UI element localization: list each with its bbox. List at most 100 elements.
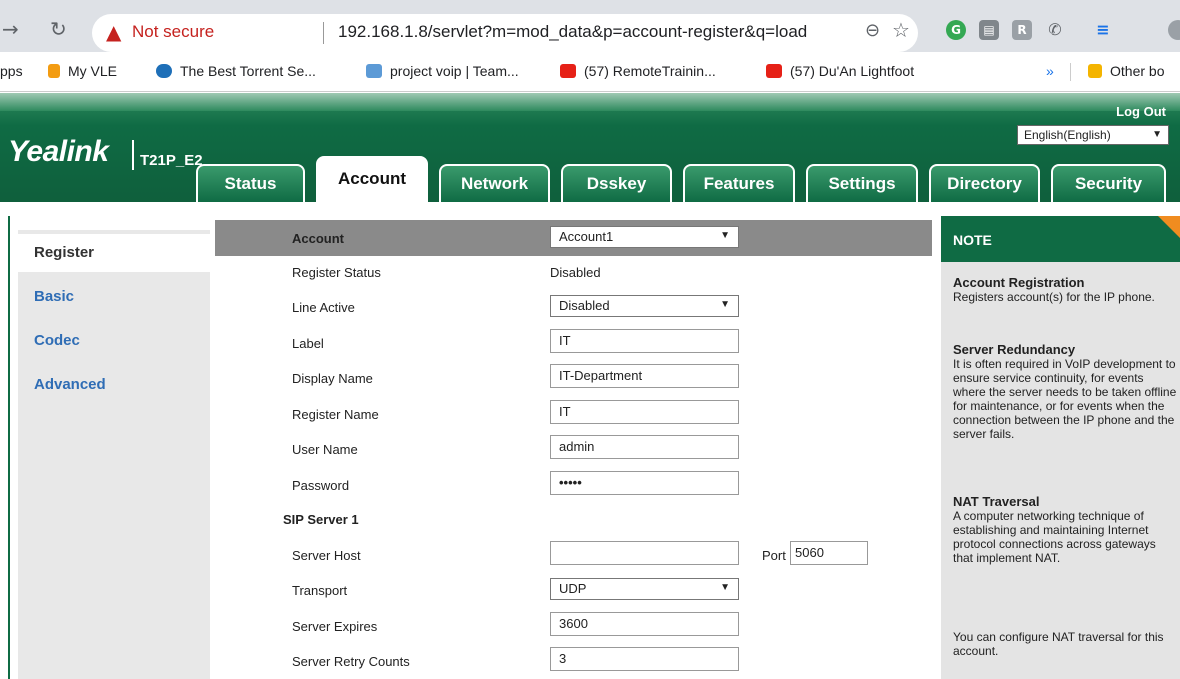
bookmark-remote-training[interactable]: (57) RemoteTrainin... bbox=[560, 63, 716, 79]
tab-security[interactable]: Security bbox=[1051, 164, 1166, 202]
server-expires-label: Server Expires bbox=[292, 619, 378, 634]
account-sidenav: Register Basic Codec Advanced bbox=[18, 230, 210, 679]
note-account-registration: Account Registration Registers account(s… bbox=[953, 275, 1179, 305]
server-retry-input[interactable]: 3 bbox=[550, 647, 739, 671]
display-name-label: Display Name bbox=[292, 371, 373, 386]
phone-model: T21P_E2 bbox=[140, 152, 203, 169]
note-heading: NAT Traversal bbox=[953, 494, 1040, 509]
line-active-label: Line Active bbox=[292, 300, 355, 315]
bookmark-torrent[interactable]: The Best Torrent Se... bbox=[156, 63, 316, 79]
port-label: Port bbox=[762, 548, 786, 563]
page-left-border bbox=[8, 216, 10, 679]
youtube-icon bbox=[560, 64, 576, 78]
bookmark-duan-lightfoot[interactable]: (57) Du'An Lightfoot bbox=[766, 63, 914, 79]
sidenav-item-basic[interactable]: Basic bbox=[18, 278, 210, 316]
tab-directory[interactable]: Directory bbox=[929, 164, 1040, 202]
logout-link[interactable]: Log Out bbox=[1116, 104, 1166, 119]
teams-icon bbox=[366, 64, 382, 78]
language-value: English(English) bbox=[1024, 128, 1111, 142]
register-form: Account Account1 ▼ Register Status Disabl… bbox=[215, 216, 932, 679]
display-name-input[interactable]: IT-Department bbox=[550, 364, 739, 388]
chevron-down-icon: ▼ bbox=[720, 230, 730, 241]
chevron-down-icon: ▼ bbox=[720, 582, 730, 593]
server-expires-input[interactable]: 3600 bbox=[550, 612, 739, 636]
password-input[interactable]: ••••• bbox=[550, 471, 739, 495]
server-host-label: Server Host bbox=[292, 548, 361, 563]
account-select[interactable]: Account1 ▼ bbox=[550, 226, 739, 248]
password-label: Password bbox=[292, 478, 350, 493]
sidenav-item-codec[interactable]: Codec bbox=[18, 322, 210, 360]
tab-dsskey[interactable]: Dsskey bbox=[561, 164, 672, 202]
register-name-input[interactable]: IT bbox=[550, 400, 739, 424]
server-retry-label: Server Retry Counts bbox=[292, 654, 410, 669]
note-text: A computer networking technique of estab… bbox=[953, 509, 1156, 565]
line-active-value: Disabled bbox=[559, 298, 610, 313]
tab-account[interactable]: Account bbox=[316, 156, 428, 202]
bookmarks-divider bbox=[1070, 63, 1071, 81]
account-label: Account bbox=[292, 231, 344, 246]
header-stripe bbox=[0, 93, 1180, 111]
address-bar[interactable]: ▲ Not secure 192.168.1.8/servlet?m=mod_d… bbox=[92, 14, 918, 52]
user-name-input[interactable]: admin bbox=[550, 435, 739, 459]
vle-icon bbox=[48, 64, 60, 78]
bookmark-star-icon[interactable]: ☆ bbox=[892, 18, 910, 42]
profile-avatar-icon[interactable] bbox=[1168, 20, 1180, 40]
zoom-icon[interactable]: ⊖ bbox=[865, 20, 880, 41]
label-field-label: Label bbox=[292, 336, 324, 351]
note-text: It is often required in VoIP development… bbox=[953, 357, 1177, 441]
tab-network[interactable]: Network bbox=[439, 164, 550, 202]
bookmarks-bar: pps My VLE The Best Torrent Se... projec… bbox=[0, 52, 1180, 92]
line-active-select[interactable]: Disabled ▼ bbox=[550, 295, 739, 317]
chevron-down-icon: ▼ bbox=[720, 299, 730, 310]
sip-server-heading: SIP Server 1 bbox=[283, 512, 359, 527]
not-secure-label[interactable]: Not secure bbox=[132, 22, 214, 42]
bookmark-other[interactable]: Other bo bbox=[1088, 63, 1164, 79]
tab-status[interactable]: Status bbox=[196, 164, 305, 202]
transport-value: UDP bbox=[559, 581, 587, 596]
phone-extension-icon[interactable]: ✆ bbox=[1045, 20, 1065, 40]
user-name-label: User Name bbox=[292, 442, 358, 457]
yealink-logo: Yealink bbox=[8, 135, 109, 168]
note-text: You can configure NAT traversal for this… bbox=[953, 630, 1164, 658]
reload-icon[interactable]: ↻ bbox=[50, 17, 67, 41]
note-title: NOTE bbox=[941, 216, 1180, 262]
forward-icon[interactable]: → bbox=[2, 17, 19, 41]
document-extension-icon[interactable]: ▤ bbox=[979, 20, 999, 40]
url-text[interactable]: 192.168.1.8/servlet?m=mod_data&p=account… bbox=[338, 22, 807, 42]
transport-label: Transport bbox=[292, 583, 348, 598]
list-extension-icon[interactable]: ≡ bbox=[1093, 20, 1113, 40]
sidenav-item-register[interactable]: Register bbox=[18, 234, 210, 272]
address-divider bbox=[323, 22, 324, 44]
note-nat-traversal: NAT Traversal A computer networking tech… bbox=[953, 494, 1179, 566]
transport-select[interactable]: UDP ▼ bbox=[550, 578, 739, 600]
tab-features[interactable]: Features bbox=[683, 164, 795, 202]
content-top-gap bbox=[0, 202, 1180, 216]
account-select-value: Account1 bbox=[559, 229, 614, 244]
bookmarks-overflow[interactable]: » bbox=[1046, 63, 1054, 79]
bookmark-apps[interactable]: pps bbox=[0, 63, 23, 79]
register-status-label: Register Status bbox=[292, 265, 381, 280]
sidenav-item-advanced[interactable]: Advanced bbox=[18, 366, 210, 404]
note-panel: NOTE Account Registration Registers acco… bbox=[941, 216, 1180, 679]
port-input[interactable]: 5060 bbox=[790, 541, 868, 565]
chevron-down-icon: ▼ bbox=[1152, 129, 1162, 140]
folder-icon bbox=[1088, 64, 1102, 78]
note-nat-config: You can configure NAT traversal for this… bbox=[953, 630, 1179, 658]
note-server-redundancy: Server Redundancy It is often required i… bbox=[953, 343, 1179, 442]
grammarly-extension-icon[interactable]: G bbox=[946, 20, 966, 40]
label-input[interactable]: IT bbox=[550, 329, 739, 353]
logo-divider bbox=[132, 140, 134, 170]
note-heading: Account Registration bbox=[953, 275, 1085, 290]
note-corner-icon bbox=[1158, 216, 1180, 238]
youtube-icon bbox=[766, 64, 782, 78]
server-host-input[interactable] bbox=[550, 541, 739, 565]
r-extension-icon[interactable]: R bbox=[1012, 20, 1032, 40]
bookmark-project-voip[interactable]: project voip | Team... bbox=[366, 63, 519, 79]
warning-icon: ▲ bbox=[106, 20, 122, 44]
bookmark-my-vle[interactable]: My VLE bbox=[48, 63, 117, 79]
tab-settings[interactable]: Settings bbox=[806, 164, 918, 202]
language-select[interactable]: English(English) ▼ bbox=[1017, 125, 1169, 145]
globe-icon bbox=[156, 64, 172, 78]
note-text: Registers account(s) for the IP phone. bbox=[953, 290, 1155, 304]
register-status-value: Disabled bbox=[550, 265, 601, 280]
